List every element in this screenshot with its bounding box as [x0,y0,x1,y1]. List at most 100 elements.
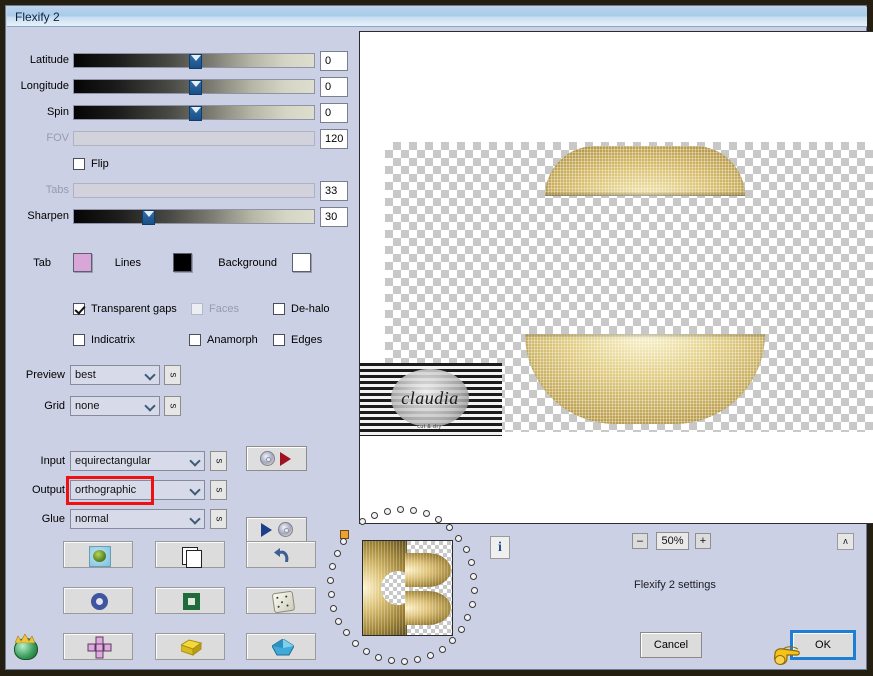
slider-value-fov[interactable]: 120 [320,129,348,149]
slider-value-sharpen[interactable]: 30 [320,207,348,227]
watermark-badge: claudia [391,369,469,427]
pointing-hand-annotation [771,640,811,670]
slider-row-spin: Spin 0 [7,103,352,123]
select-input[interactable]: equirectangular [70,451,205,471]
color-swatch-background[interactable] [292,253,311,272]
dice-icon [271,590,296,614]
flip-checkbox[interactable] [73,158,85,170]
glue-s-label: s [213,516,224,522]
marquee-dot [351,639,359,647]
watermark-text: claudia [401,387,459,408]
screen-root: Flexify 2 Latitude 0 Longitude 0 Spin 0 … [0,0,873,676]
slider-thumb-latitude[interactable] [189,54,202,69]
slider-label-latitude: Latitude [29,54,69,66]
marquee-dot [467,559,475,567]
marquee-dot [387,657,395,665]
thumbnail-preview[interactable] [362,540,453,636]
slider-row-fov: FOV 120 [7,129,352,149]
zoom-in-button[interactable]: + [695,533,711,549]
preview-canvas[interactable]: claudia cut & dry [359,31,873,524]
slider-value-longitude[interactable]: 0 [320,77,348,97]
grid-s-label: s [167,403,178,409]
checkbox-de-halo[interactable] [273,303,285,315]
zoom-out-label: – [636,535,644,547]
slider-track-spin[interactable] [73,105,315,121]
title-bar[interactable]: Flexify 2 [7,7,867,27]
marquee-dot [470,586,478,594]
slider-label-fov: FOV [46,132,69,144]
tool-cross-button[interactable] [63,633,133,660]
slider-label-longitude: Longitude [20,80,69,92]
marquee-dot [468,600,476,608]
play-red-icon [280,452,291,466]
slider-label-tabs: Tabs [45,184,69,196]
slider-track-longitude[interactable] [73,79,315,95]
tool-gem-button[interactable] [246,633,316,660]
slider-thumb-sharpen[interactable] [142,210,155,225]
select-label-grid: Grid [44,400,65,412]
tool-frame-button[interactable] [155,587,225,614]
color-swatch-lines[interactable] [173,253,192,272]
checkbox-anamorph[interactable] [189,334,201,346]
tool-ring-button[interactable] [63,587,133,614]
grid-s-button[interactable]: s [164,396,181,416]
marquee-dot [400,657,408,665]
select-value-glue: normal [75,513,109,525]
tool-brick-button[interactable] [155,633,225,660]
slider-track-latitude[interactable] [73,53,315,69]
select-label-glue: Glue [41,513,65,525]
preview-s-button[interactable]: s [164,365,181,385]
tool-image-button[interactable] [63,541,133,568]
select-label-preview: Preview [25,369,65,381]
image-thumbnail-icon [89,546,111,567]
save-settings-button[interactable] [246,446,307,471]
slider-thumb-spin[interactable] [189,106,202,121]
zoom-level-value[interactable]: 50% [656,532,689,550]
slider-value-latitude[interactable]: 0 [320,51,348,71]
marquee-dot [371,511,379,519]
slider-label-spin: Spin [46,106,69,118]
cancel-button[interactable]: Cancel [640,632,702,658]
globe-button[interactable] [11,631,41,661]
select-grid[interactable]: none [70,396,160,416]
disc-icon [260,451,275,466]
zoom-out-button[interactable]: – [632,533,648,549]
checkbox-edges[interactable] [273,334,285,346]
tool-dice-button[interactable] [246,587,316,614]
collapse-button[interactable]: ʌ [837,533,854,550]
flexify-dialog: Flexify 2 Latitude 0 Longitude 0 Spin 0 … [5,5,873,670]
output-highlight-annotation [66,476,154,505]
marquee-dot [397,506,405,514]
select-preview[interactable]: best [70,365,160,385]
frame-icon [183,593,200,610]
load-settings-button[interactable] [246,517,307,542]
info-button[interactable]: i [490,536,510,559]
marquee-dot [455,534,463,542]
checkbox-label-edges: Edges [291,334,323,346]
slider-track-sharpen[interactable] [73,209,315,225]
color-label-background: Background [218,257,277,269]
glue-s-button[interactable]: s [210,509,227,529]
slider-thumb-longitude[interactable] [189,80,202,95]
slider-value-spin[interactable]: 0 [320,103,348,123]
checkbox-transparent-gaps[interactable] [73,303,85,315]
slider-track-fov [73,131,315,146]
checkbox-indicatrix[interactable] [73,334,85,346]
select-label-input: Input [40,455,65,467]
input-s-label: s [213,458,224,464]
output-s-label: s [213,487,224,493]
color-swatch-tab[interactable] [73,253,92,272]
select-glue[interactable]: normal [70,509,205,529]
input-s-button[interactable]: s [210,451,227,471]
collapse-label: ʌ [843,536,848,546]
select-value-input: equirectangular [75,455,151,467]
slider-value-tabs[interactable]: 33 [320,181,348,201]
slider-row-sharpen: Sharpen 30 [7,207,352,227]
tool-undo-button[interactable] [246,541,316,568]
gem-icon [271,638,295,656]
output-s-button[interactable]: s [210,480,227,500]
tool-pages-button[interactable] [155,541,225,568]
marquee-dot [333,549,341,557]
marquee-dot [362,647,370,655]
slider-row-latitude: Latitude 0 [7,51,352,71]
